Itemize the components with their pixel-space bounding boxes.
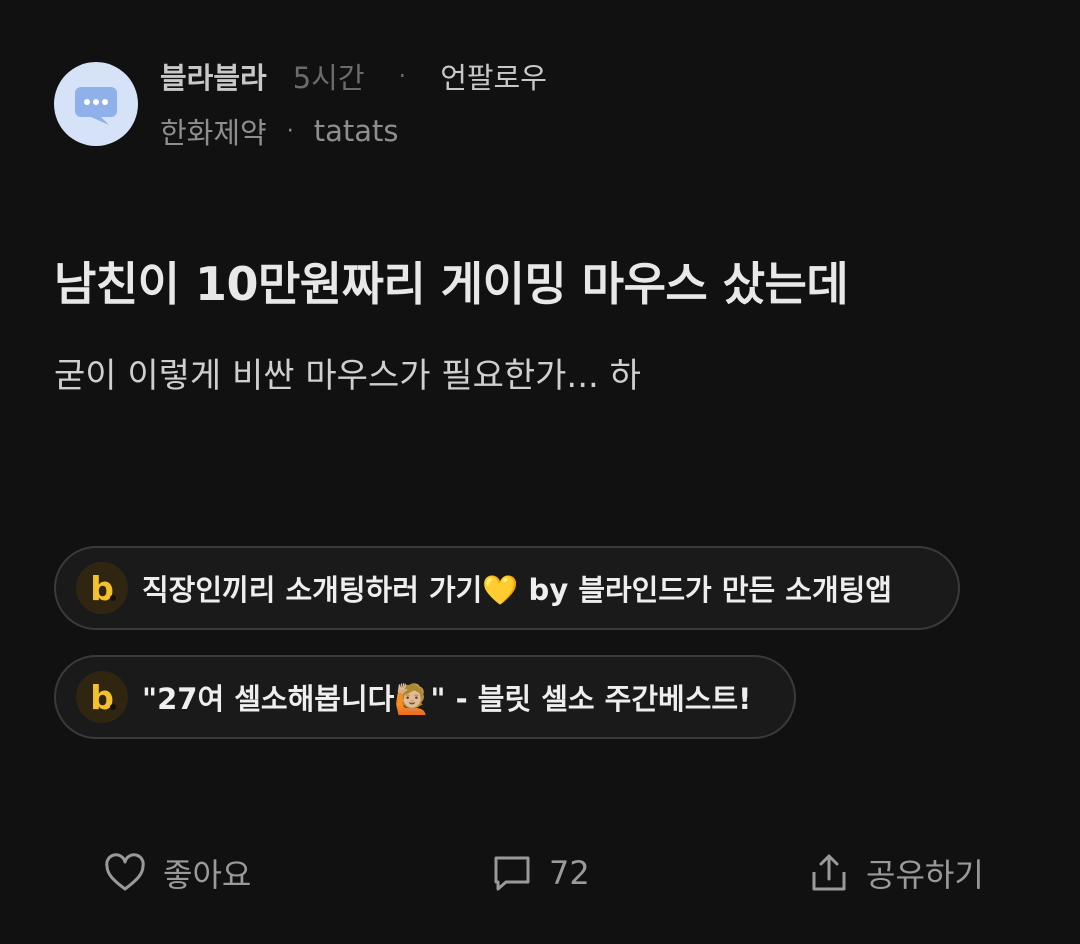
comment-button[interactable]: 72 (491, 848, 590, 898)
author-nickname: tatats (313, 114, 399, 148)
promo-text: 직장인끼리 소개팅하러 가기💛 by 블라인드가 만든 소개팅앱 (142, 573, 892, 607)
blind-logo-icon: b (76, 562, 128, 614)
promo-banner-dating[interactable]: b 직장인끼리 소개팅하러 가기💛 by 블라인드가 만든 소개팅앱 (54, 546, 960, 630)
comment-count: 72 (549, 854, 590, 892)
chat-bubble-icon (75, 87, 117, 125)
post-meta: 블라블라 5시간 · 언팔로우 (160, 56, 547, 96)
share-label: 공유하기 (866, 856, 984, 894)
author-name[interactable]: 블라블라 (160, 55, 267, 97)
action-bar: 좋아요 72 공유하기 (0, 848, 1080, 898)
author-info: 한화제약 · tatats (160, 111, 399, 151)
post-body: 굳이 이렇게 비싼 마우스가 필요한가... 하 (54, 356, 641, 396)
share-icon (812, 854, 846, 891)
share-button[interactable]: 공유하기 (808, 848, 984, 898)
info-separator: · (286, 118, 294, 144)
like-button[interactable]: 좋아요 (103, 848, 251, 898)
avatar[interactable] (54, 62, 138, 146)
blind-logo-icon: b (76, 671, 128, 723)
unfollow-button[interactable]: 언팔로우 (440, 55, 547, 97)
heart-icon (105, 853, 145, 891)
promo-text: "27여 셀소해봅니다🙋🏼" - 블릿 셀소 주간베스트! (142, 682, 752, 716)
like-label: 좋아요 (163, 856, 252, 894)
comment-icon (494, 856, 530, 891)
company-name[interactable]: 한화제약 (160, 110, 267, 152)
meta-separator: · (398, 62, 407, 90)
post-title: 남친이 10만원짜리 게이밍 마우스 샀는데 (54, 257, 849, 311)
promo-banner-selfie[interactable]: b "27여 셀소해봅니다🙋🏼" - 블릿 셀소 주간베스트! (54, 655, 796, 739)
post-time: 5시간 (292, 61, 365, 95)
